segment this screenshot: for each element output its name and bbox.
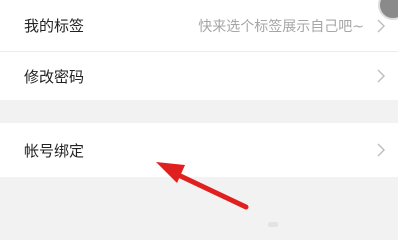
bottom-edge-mark bbox=[268, 222, 278, 227]
annotation-arrow bbox=[156, 162, 249, 210]
